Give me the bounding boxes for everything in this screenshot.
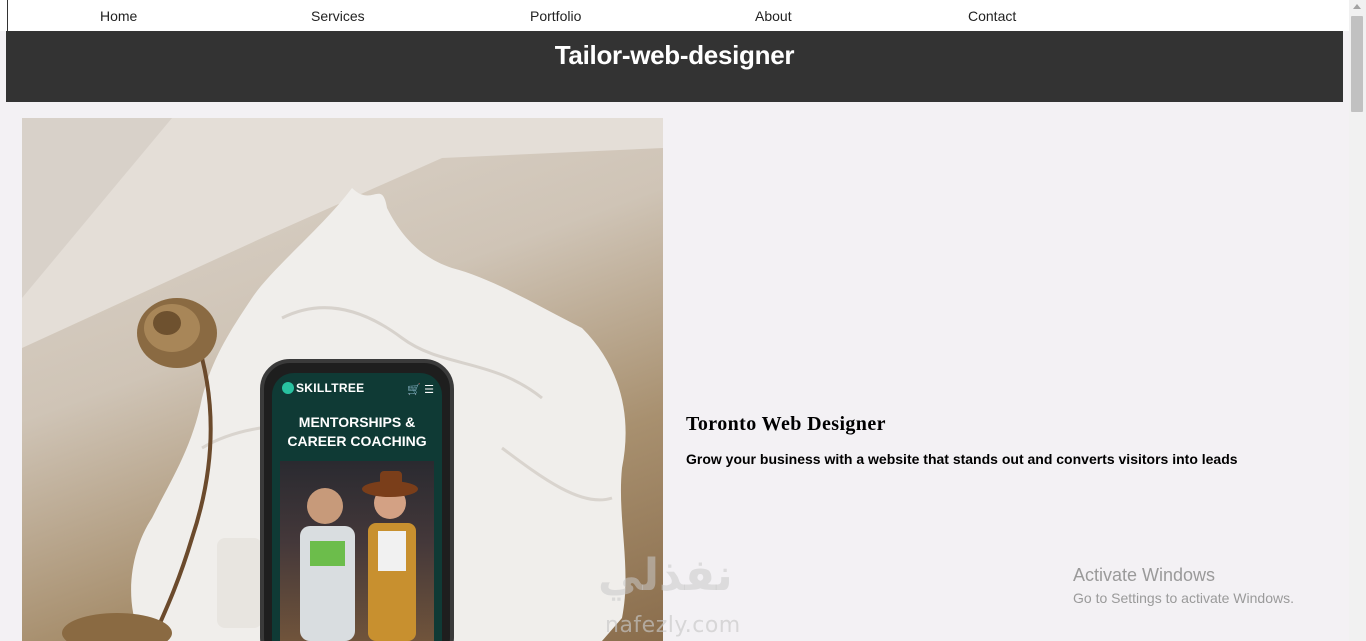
nav-portfolio-link[interactable]: Portfolio xyxy=(530,8,581,24)
phone-brand: SKILLTREE xyxy=(282,381,364,395)
content-title: Toronto Web Designer xyxy=(686,413,886,435)
phone-mockup: SKILLTREE 🛒 ☰ MENTORSHIPS & CAREER COACH… xyxy=(260,359,454,641)
phone-brand-label: SKILLTREE xyxy=(296,381,365,395)
top-nav: Home Services Portfolio About Contact xyxy=(0,0,1349,31)
scroll-thumb[interactable] xyxy=(1351,16,1363,112)
nafezly-watermark: نفذلي xyxy=(598,550,733,601)
phone-heading-line2: CAREER COACHING xyxy=(287,433,427,449)
phone-heading-line1: MENTORSHIPS & xyxy=(298,414,416,430)
nav-services-link[interactable]: Services xyxy=(311,8,365,24)
nafezly-watermark-url: nafezly.com xyxy=(605,613,741,638)
phone-heading: MENTORSHIPS & CAREER COACHING xyxy=(272,413,442,451)
content-subtitle: Grow your business with a website that s… xyxy=(686,451,1238,467)
nav-about-link[interactable]: About xyxy=(755,8,792,24)
scroll-up-icon[interactable] xyxy=(1353,4,1361,9)
hero-image: SKILLTREE 🛒 ☰ MENTORSHIPS & CAREER COACH… xyxy=(22,118,663,641)
activate-windows-subtitle: Go to Settings to activate Windows. xyxy=(1073,590,1294,606)
phone-photo xyxy=(280,461,434,641)
activate-windows-title: Activate Windows xyxy=(1073,565,1216,585)
site-title: Tailor-web-designer xyxy=(554,40,795,70)
nav-contact-link[interactable]: Contact xyxy=(968,8,1016,24)
phone-screen: SKILLTREE 🛒 ☰ MENTORSHIPS & CAREER COACH… xyxy=(272,373,442,641)
site-header: Tailor-web-designer xyxy=(6,31,1343,102)
leaf-icon xyxy=(282,382,294,394)
vertical-scrollbar[interactable] xyxy=(1349,0,1366,641)
phone-photo-illustration xyxy=(300,471,418,641)
nav-edge-line xyxy=(7,0,8,31)
cart-menu-icon: 🛒 ☰ xyxy=(407,384,434,396)
nav-home-link[interactable]: Home xyxy=(100,8,137,24)
